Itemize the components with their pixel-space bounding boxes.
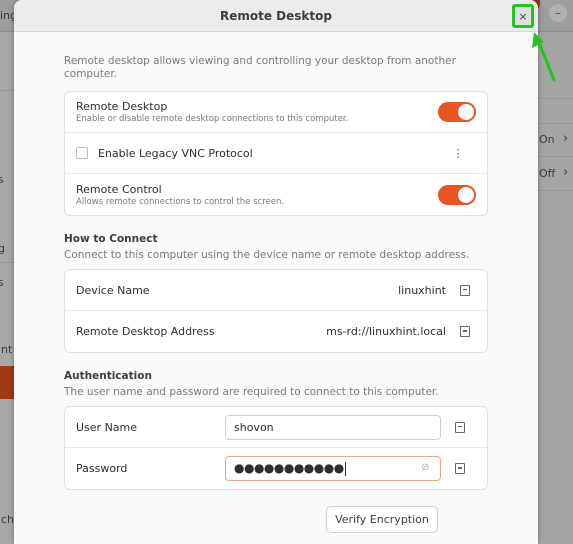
authentication-heading: Authentication xyxy=(64,370,152,382)
sidebar-item-selected[interactable] xyxy=(0,366,14,399)
remote-desktop-row: Remote Desktop Enable or disable remote … xyxy=(65,92,487,133)
device-name-row: Device Name linuxhint xyxy=(65,270,487,311)
legacy-vnc-row: Enable Legacy VNC Protocol ⋮ xyxy=(65,133,487,174)
toggle-knob xyxy=(458,104,474,120)
remote-control-toggle[interactable] xyxy=(438,184,476,205)
close-icon: × xyxy=(518,9,528,23)
sidebar-item-fragment[interactable]: unt xyxy=(0,343,12,356)
device-name-label: Device Name xyxy=(76,283,150,297)
panel-value-on[interactable]: On xyxy=(539,133,555,146)
copy-icon[interactable] xyxy=(455,463,465,474)
minimize-button[interactable]: – xyxy=(549,4,567,22)
annotation-arrow-icon xyxy=(532,32,556,82)
settings-panel-background xyxy=(538,32,573,544)
chevron-right-icon[interactable]: › xyxy=(563,131,568,146)
how-to-connect-description: Connect to this computer using the devic… xyxy=(64,249,470,261)
panel-divider xyxy=(538,190,573,191)
panel-divider xyxy=(538,123,573,124)
panel-value-off[interactable]: Off xyxy=(539,167,555,180)
remote-desktop-dialog: Remote Desktop × Remote desktop allows v… xyxy=(14,0,538,544)
connection-info-card: Device Name linuxhint Remote Desktop Add… xyxy=(64,269,488,353)
remote-address-value: ms-rd://linuxhint.local xyxy=(326,325,446,338)
password-row: Password ●●●●●●●●●●● ⊘ xyxy=(65,448,487,489)
sidebar-divider xyxy=(0,262,14,263)
copy-icon[interactable] xyxy=(455,421,465,433)
password-input[interactable]: ●●●●●●●●●●● ⊘ xyxy=(225,456,441,481)
panel-divider xyxy=(538,98,573,99)
sidebar-item-fragment[interactable]: g xyxy=(0,242,5,255)
panel-divider xyxy=(538,156,573,157)
username-row: User Name shovon xyxy=(65,407,487,448)
copy-icon[interactable] xyxy=(460,284,470,296)
show-password-icon[interactable]: ⊘ xyxy=(421,463,433,473)
chevron-right-icon[interactable]: › xyxy=(563,165,568,180)
remote-address-row: Remote Desktop Address ms-rd://linuxhint… xyxy=(65,311,487,352)
close-button[interactable]: × xyxy=(512,4,534,28)
remote-control-title: Remote Control xyxy=(76,182,162,196)
text-caret xyxy=(344,462,346,476)
sidebar-item-fragment[interactable]: uch xyxy=(0,513,14,526)
toggle-knob xyxy=(458,186,474,203)
authentication-description: The user name and password are required … xyxy=(64,386,439,398)
copy-icon[interactable] xyxy=(460,326,470,337)
remote-desktop-toggle[interactable] xyxy=(438,102,476,122)
more-options-icon[interactable]: ⋮ xyxy=(448,147,468,160)
legacy-vnc-checkbox[interactable] xyxy=(76,147,88,159)
intro-text: Remote desktop allows viewing and contro… xyxy=(64,55,456,80)
sidebar-divider xyxy=(0,90,14,91)
remote-address-label: Remote Desktop Address xyxy=(76,325,215,338)
general-settings-card: Remote Desktop Enable or disable remote … xyxy=(64,91,488,216)
sidebar-item-fragment[interactable]: s xyxy=(0,173,4,186)
remote-desktop-title: Remote Desktop xyxy=(76,100,168,113)
dialog-title: Remote Desktop xyxy=(220,9,332,23)
remote-control-subtitle: Allows remote connections to control the… xyxy=(76,196,285,207)
dialog-titlebar: Remote Desktop × xyxy=(14,0,538,32)
remote-control-row: Remote Control Allows remote connections… xyxy=(65,174,487,215)
legacy-vnc-label[interactable]: Enable Legacy VNC Protocol xyxy=(98,147,448,160)
password-value: ●●●●●●●●●●● xyxy=(234,461,344,475)
remote-desktop-subtitle: Enable or disable remote desktop connect… xyxy=(76,114,349,124)
dialog-content: Remote desktop allows viewing and contro… xyxy=(64,55,488,490)
sidebar-item-fragment[interactable]: s xyxy=(0,276,4,289)
how-to-connect-heading: How to Connect xyxy=(64,233,158,245)
username-input[interactable]: shovon xyxy=(225,415,441,440)
device-name-value: linuxhint xyxy=(398,283,446,297)
verify-encryption-button[interactable]: Verify Encryption xyxy=(326,506,438,533)
authentication-card: User Name shovon Password ●●●●●●●●●●● ⊘ xyxy=(64,406,488,490)
